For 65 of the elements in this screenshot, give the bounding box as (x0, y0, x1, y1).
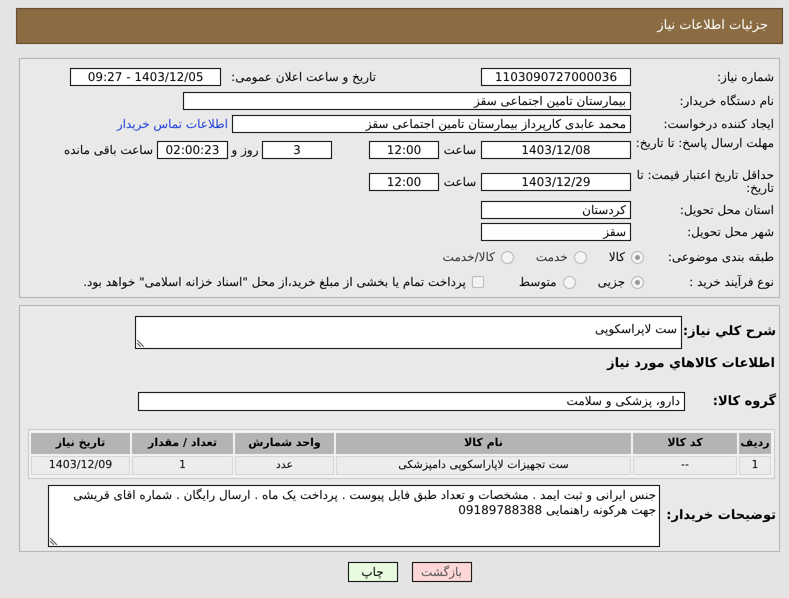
column-header: ردیف (739, 433, 771, 454)
field-label: توضیحات خریدار: (665, 507, 776, 526)
table-cell: عدد (235, 456, 334, 475)
summary-textarea[interactable]: ست لاپراسکوپی (135, 316, 682, 349)
field-label: طبقه بندی موضوعی: (666, 249, 774, 266)
field-label: شماره نیاز: (716, 69, 774, 86)
print-button[interactable]: چاپ (348, 562, 398, 582)
contact-link[interactable]: اطلاعات تماس خریدار (116, 115, 228, 133)
province-field[interactable]: کردستان (481, 201, 631, 219)
field-label: ساعت باقی مانده (64, 142, 153, 159)
table-cell: -- (633, 456, 737, 475)
field-label: مهلت ارسال پاسخ: تا تاریخ: (634, 137, 774, 152)
remaining-time-field[interactable]: 02:00:23 (157, 141, 228, 159)
radio-label: کالا (608, 249, 625, 266)
field-label: روز و (230, 142, 260, 159)
field-label: ساعت (442, 174, 478, 191)
column-header: نام کالا (336, 433, 631, 454)
field-label: استان محل تحویل: (678, 202, 774, 219)
radio-label: جزیی (598, 274, 625, 291)
back-button[interactable]: بازگشت (412, 562, 472, 582)
summary-text: ست لاپراسکوپی (594, 322, 677, 336)
announce-date-field[interactable]: 1403/12/05 - 09:27 (70, 68, 222, 86)
radio-button[interactable] (500, 250, 514, 264)
field-label: شرح کلي نياز: (682, 323, 776, 341)
days-field[interactable]: 3 (262, 141, 332, 159)
table-cell: 1 (132, 456, 233, 475)
field-label: ساعت (442, 142, 478, 159)
resize-grip-icon[interactable] (137, 339, 145, 347)
radio-button[interactable] (574, 250, 587, 264)
field-label: نام دستگاه خریدار: (678, 93, 774, 110)
column-header: کد کالا (633, 433, 737, 454)
deadline-date-field[interactable]: 1403/12/08 (481, 141, 631, 159)
table-cell: ست تجهیزات لاپاراسکوپی دامپزشکی (336, 456, 631, 475)
city-field[interactable]: سقز (481, 223, 631, 241)
goods-group-field[interactable]: دارو، پزشکی و سلامت (138, 392, 685, 411)
buyer-notes-textarea[interactable]: جنس ایرانی و ثبت ایمد . مشخصات و تعداد طبق فایل پیوست . پرداخت یک ماه . ارسال رایگان . شماره اقای قریشی جهت هرکونه راهنمایی 09189788388 (48, 485, 660, 547)
checkbox-label: پرداخت تمام یا بخشی از مبلغ خرید،از محل "اسناد خزانه اسلامی" خواهد بود. (83, 274, 466, 291)
radio-button[interactable] (562, 276, 576, 288)
radio-label: کالا/خدمت (442, 249, 495, 266)
requester-field[interactable]: محمد عابدی کارپرداز بیمارستان تامین اجتماعی سقز (232, 115, 631, 133)
radio-label: خدمت (536, 249, 568, 266)
radio-button[interactable] (631, 276, 644, 288)
checkbox[interactable] (472, 276, 484, 288)
need-number-field[interactable]: 1103090727000036 (481, 68, 631, 86)
field-label: ایجاد کننده درخواست: (662, 116, 774, 133)
field-label: تاریخ و ساعت اعلان عمومی: (231, 69, 376, 86)
field-label: گروه کالا: (712, 392, 776, 410)
column-header: تعداد / مقدار (132, 433, 233, 454)
buyer-org-field[interactable]: بیمارستان تامین اجتماعی سقز (183, 92, 631, 110)
deadline-time-field[interactable]: 12:00 (369, 141, 439, 159)
validity-time-field[interactable]: 12:00 (369, 173, 439, 191)
section-heading: اطلاعات کالاهاي مورد نياز (606, 355, 775, 373)
field-label: نوع فرآیند خرید : (688, 274, 774, 291)
column-header: واحد شمارش (235, 433, 334, 454)
table-cell: 1 (739, 456, 771, 475)
radio-button[interactable] (631, 250, 644, 264)
resize-grip-icon[interactable] (50, 537, 58, 545)
buyer-notes-text: جنس ایرانی و ثبت ایمد . مشخصات و تعداد طبق فایل پیوست . پرداخت یک ماه . ارسال رایگان . شماره اقای قریشی جهت هرکونه راهنمایی 09189788388 (72, 488, 656, 518)
field-label: حداقل تاریخ اعتبار قیمت: تا تاریخ: (636, 169, 774, 195)
radio-label: متوسط (518, 274, 557, 291)
field-label: شهر محل تحویل: (686, 224, 774, 241)
validity-date-field[interactable]: 1403/12/29 (481, 173, 631, 191)
table-cell: 1403/12/09 (31, 456, 130, 475)
header-title: جزئیات اطلاعات نیاز (657, 17, 768, 36)
column-header: تاریخ نیاز (31, 433, 130, 454)
